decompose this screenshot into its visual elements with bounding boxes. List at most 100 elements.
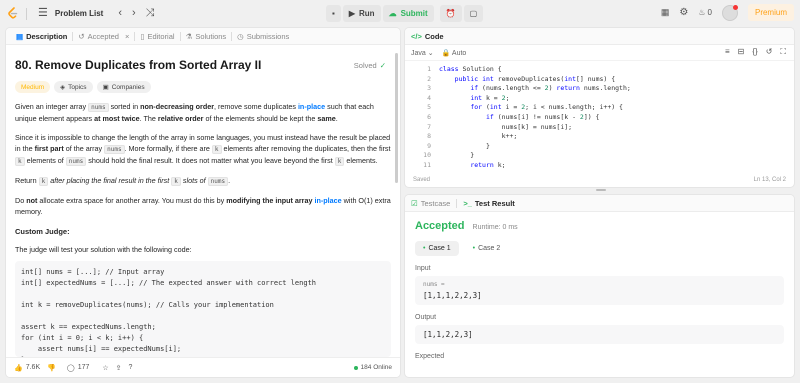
- description-paragraph-4: Do not allocate extra space for another …: [15, 196, 391, 216]
- submit-button[interactable]: ☁ Submit: [382, 5, 434, 22]
- autocomplete-toggle[interactable]: 🔒 Auto: [442, 49, 467, 57]
- user-controls: ▦ ⚙ ♨ 0 Premium: [661, 4, 794, 21]
- tab-test-result[interactable]: >_ Test Result: [463, 199, 514, 208]
- comments-button[interactable]: ◯ 177: [67, 364, 90, 372]
- reset-icon[interactable]: ↺: [766, 47, 773, 57]
- fire-icon: ♨: [698, 8, 706, 17]
- history-icon: ↺: [78, 31, 85, 41]
- tab-description[interactable]: ▤ Description: [11, 32, 72, 41]
- difficulty-badge: Medium: [15, 81, 51, 93]
- online-dot: [353, 365, 358, 370]
- tab-submissions[interactable]: ◷ Submissions: [232, 32, 294, 41]
- description-footer: 👍 7.6K 👎 ◯ 177 ☆ ⇪ ? 184 Online: [6, 357, 400, 377]
- tab-editorial[interactable]: ▯ Editorial: [135, 32, 179, 41]
- top-bar: ☰ Problem List ‹ › ⤨ ▪ ▶ Run ☁ Submit ⏰ ▢ …: [0, 0, 800, 27]
- format-icon[interactable]: ≡: [725, 47, 730, 57]
- lock-icon: ▣: [102, 84, 109, 91]
- notes-button[interactable]: ▢: [463, 5, 484, 22]
- problem-list-link[interactable]: Problem List: [55, 9, 103, 18]
- book-icon: ▯: [140, 31, 145, 41]
- checkbox-icon: ☑: [411, 198, 418, 208]
- timer-button[interactable]: ⏰: [439, 5, 462, 22]
- companies-chip[interactable]: ▣ Companies: [96, 81, 151, 93]
- case-tabs: • Case 1 • Case 2: [405, 232, 794, 256]
- code-editor[interactable]: 1 2 3 4 5 6 7 8 9 10 11 class Solution { public in…: [405, 64, 794, 169]
- lock-icon: 🔒: [441, 49, 451, 57]
- pass-dot-icon: •: [423, 245, 426, 252]
- description-paragraph-2: Since it is impossible to change the len…: [15, 133, 391, 166]
- question-icon: ?: [128, 364, 133, 371]
- like-button[interactable]: 👍 7.6K: [14, 364, 40, 372]
- result-status: Accepted: [415, 220, 465, 232]
- solved-status: Solved ✓: [353, 61, 386, 70]
- share-icon: ⇪: [115, 364, 122, 372]
- panel-resize-handle[interactable]: [596, 189, 606, 191]
- play-icon: ▶: [348, 9, 355, 18]
- runtime-text: Runtime: 0 ms: [472, 224, 518, 231]
- leetcode-logo-icon[interactable]: [6, 7, 20, 21]
- input-variable-name: nums =: [423, 281, 445, 288]
- dislike-button[interactable]: 👎: [47, 364, 56, 372]
- save-status: Saved: [413, 177, 431, 183]
- output-value: [1,1,2,2,3]: [423, 330, 473, 339]
- input-value: [1,1,1,2,2,3]: [423, 291, 482, 300]
- test-panel: ☑ Testcase >_ Test Result Accepted Runtime…: [404, 194, 795, 378]
- note-icon: ▢: [469, 9, 478, 18]
- shuffle-icon[interactable]: ⤨: [146, 8, 155, 19]
- code-header: </> Code: [405, 28, 794, 45]
- favorite-button[interactable]: ☆: [102, 364, 108, 372]
- thumbs-up-icon: 👍: [14, 364, 23, 372]
- chevron-left-icon[interactable]: ‹: [118, 8, 122, 19]
- check-circle-icon: ✓: [379, 61, 386, 70]
- chevron-right-icon[interactable]: ›: [132, 8, 136, 19]
- tab-testcase[interactable]: ☑ Testcase: [411, 199, 450, 208]
- topics-chip[interactable]: ◈ Topics: [54, 81, 93, 93]
- help-button[interactable]: ?: [129, 364, 133, 371]
- star-icon: ☆: [102, 364, 109, 372]
- editor-status-bar: Saved Ln 13, Col 2: [405, 173, 794, 187]
- document-icon: ▤: [16, 31, 24, 41]
- result-summary: Accepted Runtime: 0 ms: [405, 212, 794, 232]
- case-2-tab[interactable]: • Case 2: [465, 241, 509, 256]
- case-1-tab[interactable]: • Case 1: [415, 241, 459, 256]
- line-numbers: 1 2 3 4 5 6 7 8 9 10 11: [423, 65, 431, 169]
- layout-grid-icon[interactable]: ▦: [661, 7, 670, 18]
- language-select[interactable]: Java ⌄: [411, 49, 434, 57]
- share-button[interactable]: ⇪: [116, 364, 122, 372]
- fullscreen-icon[interactable]: ⛶: [780, 47, 786, 57]
- bookmark-icon[interactable]: ⊟: [738, 47, 745, 57]
- output-box: [1,1,2,2,3]: [415, 325, 784, 344]
- notification-dot: [732, 4, 738, 10]
- code-tool-icons: ≡ ⊟ {} ↺ ⛶: [725, 47, 786, 57]
- tab-solutions[interactable]: ⚗ Solutions: [181, 32, 232, 41]
- premium-button[interactable]: Premium: [747, 4, 794, 21]
- test-tabs: ☑ Testcase >_ Test Result: [405, 195, 794, 212]
- code-text[interactable]: class Solution { public int removeDuplic…: [431, 64, 631, 169]
- close-icon[interactable]: ×: [125, 32, 129, 41]
- run-button[interactable]: ▶ Run: [342, 5, 381, 22]
- streak-counter[interactable]: ♨ 0: [698, 8, 712, 17]
- chevron-down-icon: ⌄: [427, 49, 434, 57]
- tab-accepted[interactable]: ↺ Accepted ×: [73, 32, 134, 41]
- braces-icon[interactable]: {}: [752, 47, 757, 57]
- clock-icon: ◷: [237, 31, 244, 41]
- problem-tags: Medium ◈ Topics ▣ Companies: [15, 81, 391, 93]
- list-icon[interactable]: ☰: [38, 8, 48, 19]
- comment-icon: ◯: [66, 364, 75, 372]
- input-box: nums = [1,1,1,2,2,3]: [415, 276, 784, 305]
- description-paragraph-3: Return k after placing the final result …: [15, 176, 231, 186]
- settings-gear-icon[interactable]: ⚙: [679, 7, 688, 18]
- debug-button[interactable]: ▪: [326, 5, 341, 22]
- cursor-position: Ln 13, Col 2: [753, 177, 786, 183]
- description-content: 80. Remove Duplicates from Sorted Array …: [6, 58, 400, 357]
- run-controls: ▪ ▶ Run ☁ Submit ⏰ ▢: [326, 5, 484, 22]
- thumbs-down-icon: 👎: [47, 364, 56, 372]
- description-tabs: ▤ Description ↺ Accepted × ▯ Editorial ⚗ Solu…: [6, 28, 400, 45]
- custom-judge-text: The judge will test your solution with t…: [15, 245, 192, 254]
- description-scrollbar[interactable]: [395, 53, 398, 183]
- problem-title[interactable]: 80. Remove Duplicates from Sorted Array …: [15, 58, 391, 72]
- divider: [456, 198, 458, 208]
- avatar[interactable]: [721, 4, 738, 21]
- judge-code-block: int[] nums = [...]; // Input array int[]…: [15, 261, 391, 357]
- pass-dot-icon: •: [472, 245, 476, 252]
